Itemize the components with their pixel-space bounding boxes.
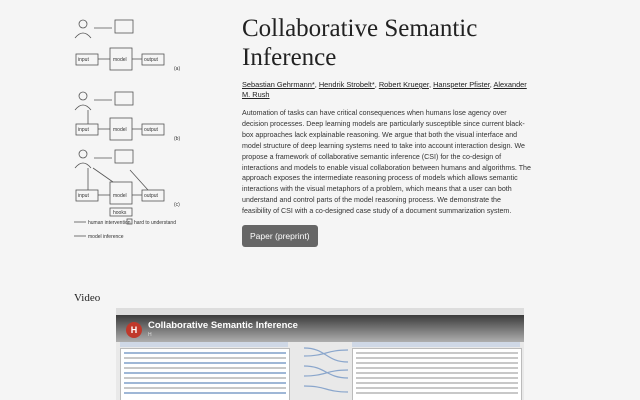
- fig-panel-a-label: (a): [174, 66, 180, 72]
- fig-model-label-b: model: [113, 127, 127, 133]
- legend-hard-to-understand: hard to understand: [134, 220, 176, 226]
- paper-title: Collaborative Semantic Inference: [242, 15, 478, 71]
- video-output-panel: [352, 348, 522, 400]
- author-link[interactable]: Hanspeter Pfister: [433, 80, 490, 89]
- video-title[interactable]: Collaborative Semantic Inference: [148, 320, 298, 331]
- fig-input-label-b: input: [78, 127, 89, 133]
- video-heading: Video: [74, 292, 101, 304]
- fig-output-label-a: output: [144, 57, 159, 63]
- fig-model-label-c: model: [113, 193, 127, 199]
- video-player[interactable]: H Collaborative Semantic Inference H: [116, 308, 524, 400]
- channel-avatar[interactable]: H: [126, 322, 142, 338]
- video-flow-diagram: [304, 347, 348, 393]
- fig-hooks-label: hooks: [113, 210, 127, 216]
- video-top-bar: [116, 308, 524, 315]
- fig-panel-b-label: (b): [174, 136, 180, 142]
- fig-output-label-c: output: [144, 193, 159, 199]
- author-link[interactable]: Sebastian Gehrmann*: [242, 80, 315, 89]
- legend-human-intervention: human intervention: [88, 220, 131, 226]
- fig-output-label-b: output: [144, 127, 159, 133]
- author-link[interactable]: Hendrik Strobelt*: [319, 80, 375, 89]
- abstract: Automation of tasks can have critical co…: [242, 109, 531, 216]
- fig-input-label-a: input: [78, 57, 89, 63]
- video-input-header: [120, 342, 288, 347]
- video-output-header: [352, 342, 520, 347]
- legend-model-inference: model inference: [88, 234, 124, 240]
- author-list: Sebastian Gehrmann*, Hendrik Strobelt*, …: [242, 80, 527, 99]
- fig-input-label-c: input: [78, 193, 89, 199]
- paper-info: Collaborative Semantic Inference Sebasti…: [242, 14, 532, 248]
- paper-preprint-button[interactable]: Paper (preprint): [242, 225, 318, 248]
- video-input-panel: [120, 348, 290, 400]
- framework-diagram: input model output (a) input model outpu…: [74, 19, 180, 240]
- author-link[interactable]: Robert Krueger: [379, 80, 429, 89]
- video-channel: H: [148, 332, 152, 338]
- framework-figure: input model output (a) input model outpu…: [68, 10, 188, 240]
- fig-model-label-a: model: [113, 57, 127, 63]
- fig-panel-c-label: (c): [174, 202, 180, 208]
